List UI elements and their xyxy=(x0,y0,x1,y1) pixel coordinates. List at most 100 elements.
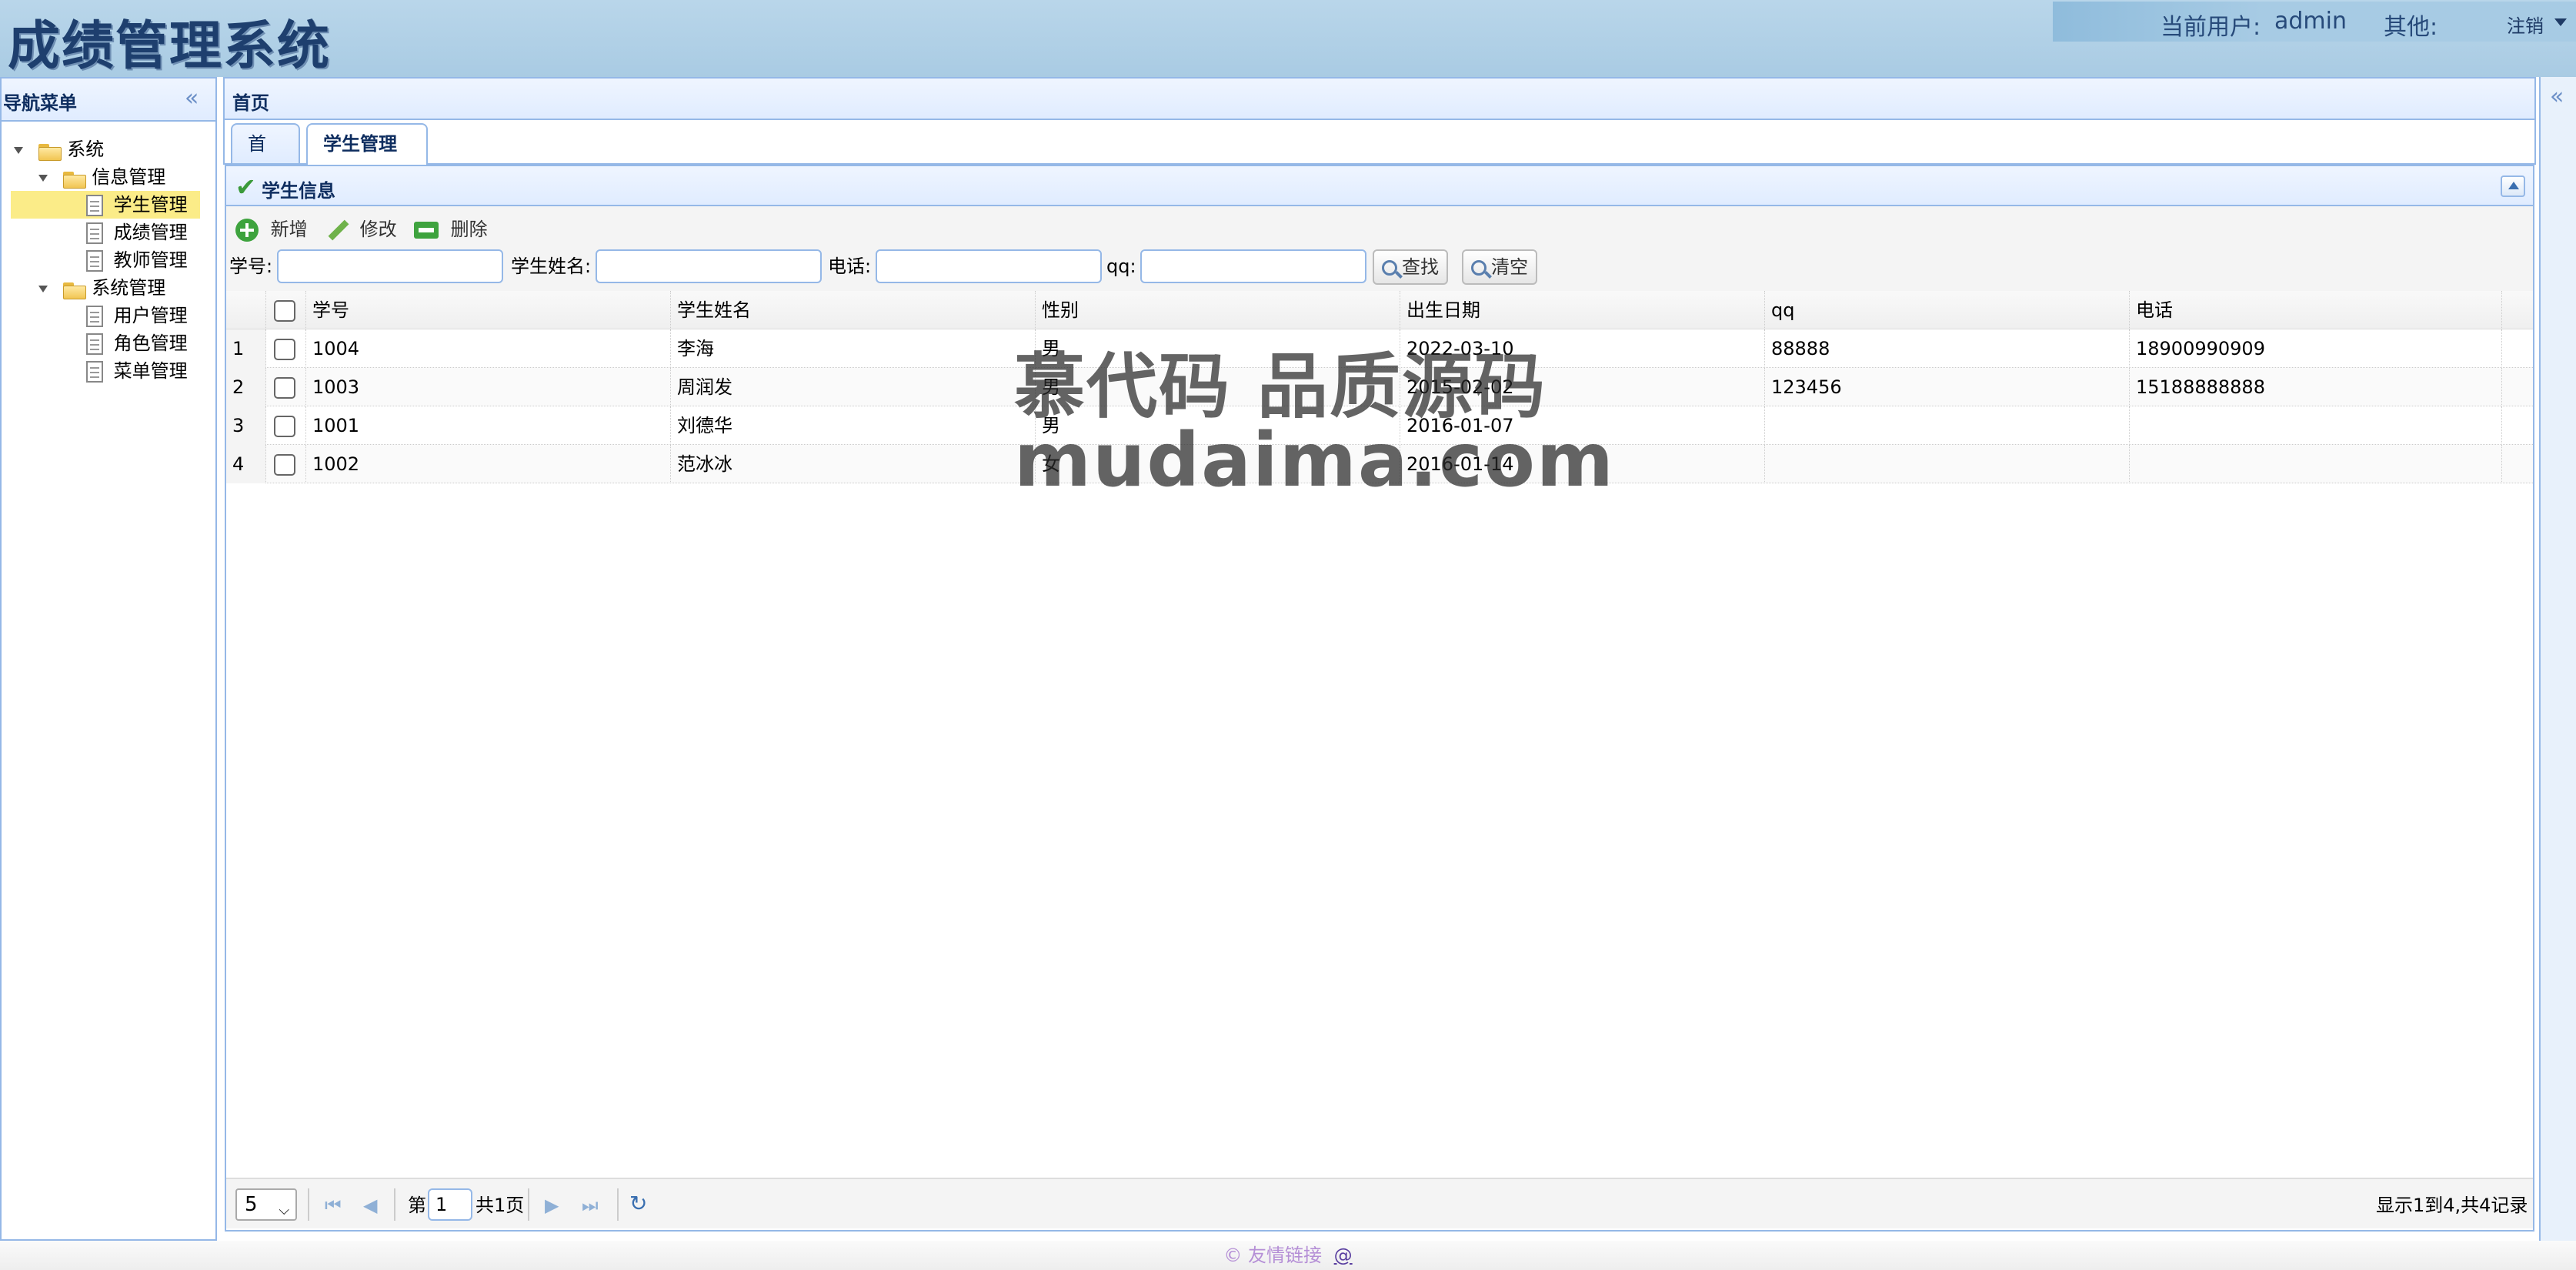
column-header-phone[interactable]: 电话 xyxy=(2130,291,2502,329)
file-icon xyxy=(86,250,103,272)
student-id-input[interactable] xyxy=(277,249,503,283)
row-checkbox[interactable] xyxy=(274,416,295,437)
footer-link[interactable]: @ xyxy=(1334,1245,1353,1266)
phone-input[interactable] xyxy=(876,249,1102,283)
tree-node-teacher-management[interactable]: 教师管理 xyxy=(86,246,188,274)
nav-panel: 导航菜单 « 系统 信息管理 学生管理 成绩管理 教师管理 系统管理 用户管理 … xyxy=(0,77,217,1241)
page-size-select[interactable]: 5 ⌵ xyxy=(235,1188,297,1221)
clear-button[interactable]: 清空 xyxy=(1462,249,1537,285)
chevron-down-icon[interactable] xyxy=(2554,18,2567,26)
column-header-gender[interactable]: 性别 xyxy=(1036,291,1400,329)
refresh-icon[interactable]: ↻ xyxy=(629,1188,647,1219)
expand-left-icon[interactable]: « xyxy=(2550,83,2564,110)
tree-node-system-management[interactable]: 系统管理 xyxy=(38,274,165,302)
tree-node-label: 学生管理 xyxy=(113,194,188,216)
student-name-input[interactable] xyxy=(596,249,822,283)
student-info-panel-header: ✔ 学生信息 xyxy=(225,165,2534,206)
file-icon xyxy=(86,306,103,327)
header-bar: 成绩管理系统 当前用户: admin 其他: 注销 xyxy=(0,0,2576,77)
cell-qq: 88888 xyxy=(1765,329,2130,368)
row-checkbox[interactable] xyxy=(274,339,295,360)
clear-button-label: 清空 xyxy=(1491,256,1528,278)
row-number-header xyxy=(226,291,266,329)
tree-node-role-management[interactable]: 角色管理 xyxy=(86,329,188,357)
cell-qq xyxy=(1765,406,2130,445)
cell-phone xyxy=(2130,406,2502,445)
page-number-input[interactable] xyxy=(428,1188,472,1221)
tree-node-label: 成绩管理 xyxy=(113,222,188,243)
cell-phone: 15188888888 xyxy=(2130,368,2502,406)
pencil-icon xyxy=(326,219,349,242)
check-icon: ✔ xyxy=(235,172,256,202)
tree-node-menu-management[interactable]: 菜单管理 xyxy=(86,357,188,385)
tree-node-student-management[interactable]: 学生管理 xyxy=(11,191,200,219)
select-all-checkbox[interactable] xyxy=(274,300,295,322)
delete-button[interactable]: 删除 xyxy=(414,214,488,245)
cell-student-id: 1004 xyxy=(306,329,671,368)
select-all-cell xyxy=(266,291,306,329)
chevron-down-icon: ⌵ xyxy=(279,1202,289,1218)
row-number: 1 xyxy=(226,329,266,368)
row-checkbox[interactable] xyxy=(274,454,295,476)
folder-icon xyxy=(62,280,86,299)
tab-strip xyxy=(223,120,2536,165)
phone-label: 电话: xyxy=(828,256,872,277)
center-panel-header: 首页 xyxy=(223,77,2536,120)
east-collapsed-panel[interactable]: « xyxy=(2539,77,2576,1241)
collapse-left-icon[interactable]: « xyxy=(185,85,199,112)
last-page-icon[interactable]: ⏭ xyxy=(582,1190,599,1221)
next-page-icon[interactable]: ▶ xyxy=(545,1190,559,1221)
file-icon xyxy=(86,333,103,355)
search-button[interactable]: 查找 xyxy=(1373,249,1448,285)
tree-node-system[interactable]: 系统 xyxy=(14,135,104,163)
toolbar-area: 新增 修改 删除 学号: 学生姓名: 电话: qq: 查找 清空 xyxy=(226,206,2533,291)
column-header-student-name[interactable]: 学生姓名 xyxy=(671,291,1036,329)
nav-panel-header: 导航菜单 « xyxy=(2,79,215,122)
first-page-icon[interactable]: ⏮ xyxy=(325,1190,342,1221)
column-header-birth-date[interactable]: 出生日期 xyxy=(1400,291,1765,329)
search-bar: 学号: 学生姓名: 电话: qq: 查找 清空 xyxy=(226,249,2533,288)
delete-icon xyxy=(414,222,439,239)
file-icon xyxy=(86,222,103,244)
expand-arrow-icon[interactable] xyxy=(38,174,48,182)
cell-student-name: 刘德华 xyxy=(671,406,1036,445)
column-header-student-id[interactable]: 学号 xyxy=(306,291,671,329)
pagination-bar: 5 ⌵ ⏮ ◀ 第 共1页 ▶ ⏭ ↻ 显示1到4,共4记录 xyxy=(226,1178,2533,1228)
delete-button-label: 删除 xyxy=(450,219,488,240)
tree-node-score-management[interactable]: 成绩管理 xyxy=(86,219,188,246)
expand-arrow-icon[interactable] xyxy=(38,285,48,292)
tree-node-info-management[interactable]: 信息管理 xyxy=(38,163,165,191)
edit-button-label: 修改 xyxy=(359,219,397,240)
row-number: 3 xyxy=(226,406,266,445)
student-info-title: 学生信息 xyxy=(262,180,335,202)
edit-button[interactable]: 修改 xyxy=(326,214,397,245)
row-checkbox[interactable] xyxy=(274,377,295,399)
expand-arrow-icon[interactable] xyxy=(14,146,23,154)
tab-home[interactable]: 首页 xyxy=(231,123,300,193)
grid-header: 学号 学生姓名 性别 出生日期 qq 电话 xyxy=(226,291,2533,329)
qq-input[interactable] xyxy=(1140,249,1366,283)
collapse-panel-icon[interactable] xyxy=(2501,175,2525,197)
prev-page-icon[interactable]: ◀ xyxy=(363,1190,377,1221)
student-id-label: 学号: xyxy=(229,256,273,277)
cell-student-id: 1003 xyxy=(306,368,671,406)
tab-student-management[interactable]: 学生管理 × xyxy=(306,123,428,193)
add-button-label: 新增 xyxy=(270,219,308,240)
user-bar: 当前用户: admin 其他: 注销 xyxy=(2053,2,2576,42)
footer-text: © 友情链接 xyxy=(1223,1245,1322,1266)
cell-qq: 123456 xyxy=(1765,368,2130,406)
center-panel-title: 首页 xyxy=(232,92,269,114)
current-username: admin xyxy=(2274,8,2347,35)
tree-node-user-management[interactable]: 用户管理 xyxy=(86,302,188,329)
cell-student-id: 1001 xyxy=(306,406,671,445)
add-button[interactable]: 新增 xyxy=(235,214,308,245)
tree-node-label: 系统 xyxy=(67,139,105,160)
student-name-label: 学生姓名: xyxy=(511,256,592,277)
folder-icon xyxy=(38,142,62,161)
page-summary: 显示1到4,共4记录 xyxy=(2376,1195,2528,1216)
nav-panel-title: 导航菜单 xyxy=(3,92,77,114)
cell-phone xyxy=(2130,445,2502,483)
logout-menu[interactable]: 注销 xyxy=(2507,11,2544,38)
column-header-qq[interactable]: qq xyxy=(1765,291,2130,329)
current-user-label: 当前用户: xyxy=(2161,14,2261,41)
